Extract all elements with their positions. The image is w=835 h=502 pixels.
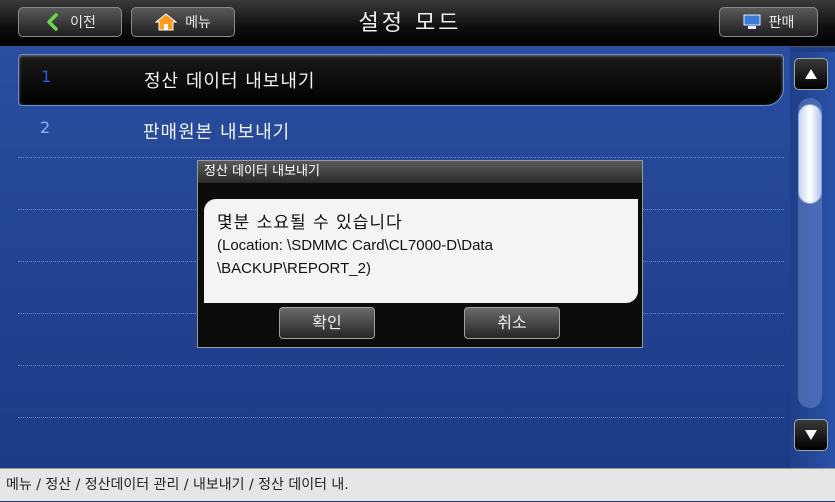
export-dialog: 정산 데이터 내보내기 몇분 소요될 수 있습니다 (Location: \SD…: [197, 160, 643, 348]
scroll-up-arrow-icon: [805, 69, 817, 79]
scroll-down-arrow-icon: [805, 430, 817, 440]
list-item-label: 판매원본 내보내기: [143, 122, 291, 143]
confirm-button[interactable]: 확인: [279, 307, 375, 339]
sales-button[interactable]: 판매: [719, 7, 818, 37]
breadcrumb: 메뉴 / 정산 / 정산데이터 관리 / 내보내기 / 정산 데이터 내.: [0, 468, 835, 501]
menu-button-label: 메뉴: [185, 15, 211, 31]
list-item[interactable]: 2 판매원본 내보내기: [18, 106, 784, 158]
scroll-up-button[interactable]: [794, 58, 828, 90]
dialog-message-box: 몇분 소요될 수 있습니다 (Location: \SDMMC Card\CL7…: [204, 199, 638, 303]
menu-button[interactable]: 메뉴: [131, 7, 235, 37]
list-item-number: 2: [40, 118, 51, 137]
dialog-message: 몇분 소요될 수 있습니다: [217, 213, 403, 233]
dialog-title: 정산 데이터 내보내기: [198, 161, 642, 183]
back-button-label: 이전: [70, 15, 96, 31]
home-icon: [155, 13, 178, 31]
computer-icon: [743, 14, 761, 29]
list-item-empty[interactable]: [18, 366, 784, 418]
scrollbar[interactable]: [790, 52, 835, 468]
list-item-label: 정산 데이터 내보내기: [144, 71, 316, 92]
dialog-location-line2: \BACKUP\REPORT_2): [217, 260, 371, 277]
back-arrow-icon: [47, 13, 58, 31]
scroll-down-button[interactable]: [794, 419, 828, 451]
back-button[interactable]: 이전: [18, 7, 122, 37]
sales-button-label: 판매: [768, 15, 795, 31]
cancel-button[interactable]: 취소: [464, 307, 560, 339]
top-bar: 이전 메뉴 설정 모드 판매: [0, 0, 835, 47]
scroll-thumb[interactable]: [798, 104, 822, 204]
list-item[interactable]: 1 정산 데이터 내보내기: [18, 54, 784, 106]
list-item-number: 1: [41, 67, 52, 86]
dialog-location-line1: (Location: \SDMMC Card\CL7000-D\Data: [217, 237, 493, 254]
page-title: 설정 모드: [358, 11, 462, 36]
